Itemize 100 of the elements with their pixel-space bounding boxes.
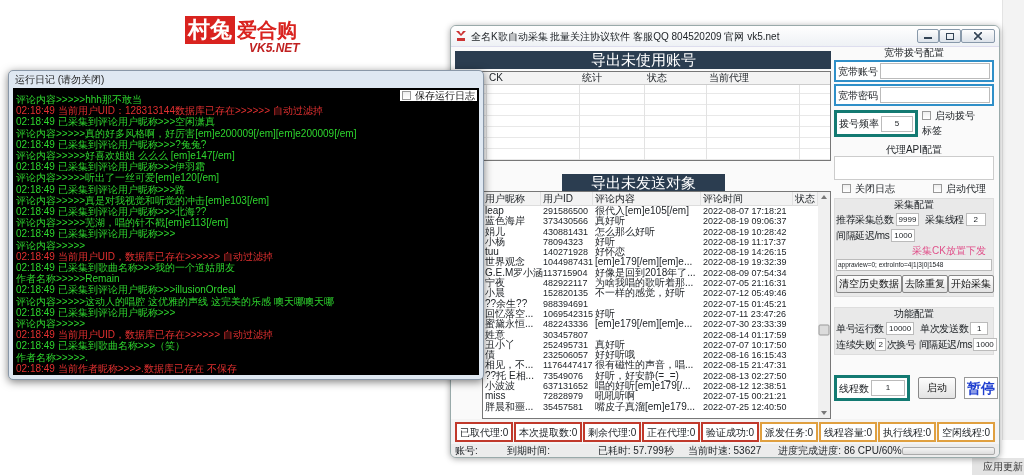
log-line: 02:18:49 已采集到评论用户昵称>>>空闲潇真 — [16, 116, 216, 128]
maximize-button[interactable] — [939, 29, 961, 43]
table-cell-text: 2022-08-12 12:38:51 — [702, 381, 788, 392]
table-cell-text: 蜜黛永恒... — [484, 319, 535, 330]
table-cell-text: 很代入[em]e105[/em] — [594, 206, 690, 216]
log-line: 评论内容>>>>>hhh那不敢当 — [16, 94, 142, 105]
export-button[interactable]: 导出未使用账号 — [455, 51, 831, 69]
hint-text: 采集CK放置下发 — [911, 245, 987, 256]
input-field[interactable]: 1 — [970, 322, 989, 335]
frequency-field[interactable]: 拨号频率 5 — [834, 110, 918, 137]
table-cell-text: 債 — [484, 350, 495, 361]
window-title: 运行日记 (请勿关闭) — [14, 73, 106, 87]
thread-field[interactable]: 线程数 1 — [834, 375, 910, 401]
input-field[interactable]: 10000 — [886, 322, 915, 335]
table-cell-text: 2022-08-15 21:47:31 — [702, 360, 788, 371]
table-cell-text: 72828979 — [542, 391, 585, 402]
table-cell-text: 2022-08-16 16:15:43 — [702, 350, 788, 361]
counter: 执行线程:0 — [877, 422, 936, 442]
table-cell-text: 蓝色海岸 — [484, 216, 526, 227]
table-cell-text: 2022-08-19 19:32:39 — [702, 257, 788, 268]
counter: 验证成功:0 — [700, 422, 760, 442]
table-cell-text: 482922117 — [542, 278, 589, 289]
table-cell-text: 好像是回到2018年了... — [594, 267, 697, 278]
checkbox[interactable] — [922, 111, 931, 120]
log-line: 02:18:49 已采集到评论用户昵称>>> — [16, 306, 176, 318]
table-cell-text: 1044987431 — [542, 257, 593, 268]
checkbox[interactable] — [842, 184, 851, 193]
counter: 正在代理:0 — [641, 422, 701, 442]
table-cell-text: 35457581 — [542, 401, 585, 412]
checkbox[interactable] — [933, 184, 942, 193]
table-cell-text: 232506057 — [542, 350, 590, 361]
log-line: 评论内容>>>>> — [16, 239, 86, 251]
input-field[interactable]: 2 — [875, 338, 886, 351]
input-field[interactable]: 1000 — [891, 229, 916, 242]
input-field[interactable]: 5 — [881, 115, 913, 132]
action-button[interactable]: 去除重复 — [902, 275, 948, 293]
column-header: 状态 — [793, 192, 818, 206]
field-label: 间隔延迟/ms — [918, 339, 972, 350]
status-text: 账号: — [455, 445, 479, 456]
table-cell-text: 1069542315 — [542, 308, 593, 320]
table-cell-text: 2022-07-30 23:33:39 — [702, 319, 788, 330]
table-cell-text: 好好听哦 — [594, 350, 635, 361]
input-field[interactable]: 2 — [965, 213, 986, 226]
close-button[interactable] — [961, 29, 995, 43]
update-tab[interactable]: 应用更新 — [972, 458, 1024, 475]
column-header: 评论时间 — [701, 192, 793, 206]
counter: 派发任务:0 — [759, 422, 819, 442]
table-cell-text: 2022-07-05 21:16:31 — [702, 278, 788, 289]
action-button[interactable]: 开始采集 — [948, 275, 994, 293]
field-label: 采集线程 — [925, 214, 964, 225]
password-field[interactable]: 宽带密码 — [834, 84, 994, 106]
log-line: 02:18:49 当前用户UID，数据库已存在>>>>>> 自动过滤掉 — [16, 329, 273, 341]
export-button[interactable]: 导出未发送对象 — [562, 174, 725, 191]
start-button[interactable]: 启动 — [918, 377, 956, 399]
account-field[interactable]: 宽带账号 — [834, 60, 994, 82]
log-line: 评论内容>>>>>芜湖，唱的针不戳[em]e113[/em] — [16, 217, 229, 229]
group-title: 功能配置 — [893, 309, 935, 319]
close-icon — [974, 32, 982, 40]
table-cell-text: 2022-07-11 23:47:26 — [702, 308, 787, 320]
counter: 剩余代理:0 — [582, 422, 642, 442]
status-text: 到期时间: — [507, 445, 552, 456]
table-cell-text: 2022-08-13 02:27:50 — [702, 370, 788, 382]
table-cell-text: 2022-08-19 14:26:15 — [702, 247, 788, 258]
log-line: 02:18:49 已采集到评论用户昵称>>>北海?? — [16, 206, 207, 218]
log-line: 作者名称>>>>>. — [16, 351, 88, 363]
group-title: 宽带拨号配置 — [883, 48, 945, 58]
column-header: 统计 — [581, 72, 603, 84]
table-cell-text: 252495731 — [542, 339, 590, 351]
checkbox[interactable] — [402, 91, 411, 100]
table-cell-text: 嘴皮子真溜[em]e179... — [594, 401, 697, 412]
field-label: 连续失败 — [836, 339, 875, 350]
status-text: 当前时速: 53627 — [688, 445, 763, 456]
table-cell-text: miss — [484, 391, 507, 402]
table-cell-text: 世界观念 — [484, 257, 525, 268]
table-cell-text: 回忆落空... — [484, 308, 535, 319]
log-line: 02:18:49 当前作者昵称>>>>.数据库已存在 不保存 — [16, 362, 237, 375]
table-cell-text: 430881431 — [542, 226, 590, 237]
input-field[interactable]: 1000 — [973, 338, 997, 351]
table-cell-text: 怎么那么好听 — [594, 226, 656, 237]
checkbox-label: 保存运行日志 — [415, 90, 475, 101]
log-line: 02:18:49 已采集到评论用户昵称>>>?兔兔? — [16, 138, 207, 150]
table-cell-text: 为啥我唱的歌听着那... — [594, 278, 695, 289]
checkbox-label: 启动代理 — [946, 183, 986, 194]
column-header: CK — [488, 72, 504, 84]
input-field[interactable]: 1 — [871, 380, 905, 396]
log-line: 评论内容>>>>>真是对我视觉和听觉的冲击[em]e103[/em] — [16, 194, 270, 207]
log-line: 02:18:49 已采集到歌曲名称>>>我的一个道姑朋友 — [16, 262, 236, 274]
minimize-button[interactable] — [917, 29, 939, 43]
action-button[interactable]: 清空历史数据 — [836, 275, 902, 293]
field-label: 宽带密码 — [838, 89, 878, 101]
input-field[interactable]: 9999 — [895, 213, 920, 226]
table-cell-text: 2022-08-19 10:28:42 — [702, 226, 788, 237]
field-label: 单次发送数 — [920, 323, 969, 334]
api-field[interactable] — [834, 156, 994, 180]
table-cell-text: 988394691 — [542, 298, 590, 309]
counter: 已取代理:0 — [455, 422, 514, 442]
pause-button[interactable]: 暂停 — [964, 377, 998, 399]
table-cell-text: 2022-07-15 00:21:21 — [702, 391, 788, 402]
table-cell-text: 303457807 — [542, 329, 590, 340]
table-cell-text: 小波波 — [484, 381, 515, 392]
